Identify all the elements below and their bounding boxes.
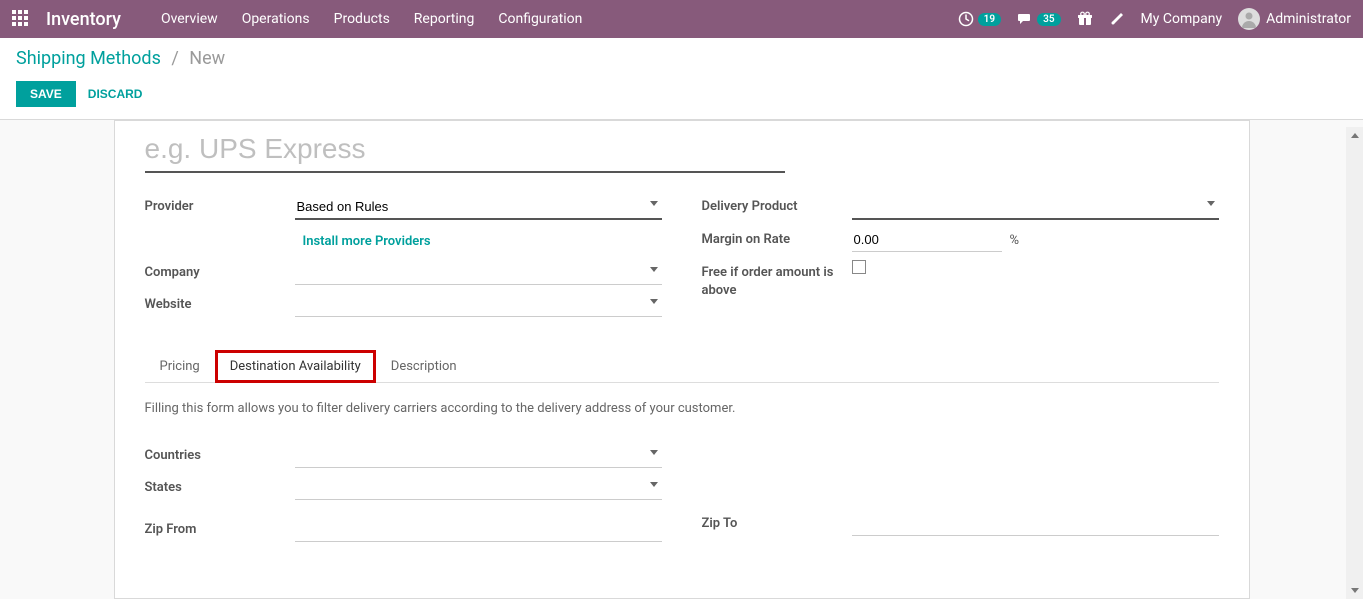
- nav-overview[interactable]: Overview: [161, 11, 218, 27]
- form-right-col: Delivery Product Margin on Rate % Free i…: [702, 195, 1219, 325]
- tab-pricing[interactable]: Pricing: [145, 350, 215, 383]
- countries-label: Countries: [145, 444, 295, 463]
- zip-from-label: Zip From: [145, 518, 295, 537]
- free-amount-checkbox[interactable]: [852, 260, 866, 274]
- discard-button[interactable]: Discard: [88, 87, 143, 101]
- tab-description[interactable]: Description: [376, 350, 472, 383]
- title-input[interactable]: [145, 129, 785, 173]
- form-columns: Provider Install more Providers Company: [145, 195, 1219, 325]
- apps-icon[interactable]: [12, 10, 30, 28]
- control-buttons: Save Discard: [16, 81, 1347, 107]
- tabs: Pricing Destination Availability Descrip…: [145, 349, 1219, 383]
- company-select[interactable]: [295, 261, 662, 285]
- messages-badge: 35: [1037, 13, 1060, 26]
- control-panel: Shipping Methods / New Save Discard: [0, 38, 1363, 120]
- install-providers-link[interactable]: Install more Providers: [295, 228, 431, 253]
- user-menu[interactable]: Administrator: [1238, 8, 1351, 30]
- user-name: Administrator: [1266, 11, 1351, 27]
- states-label: States: [145, 476, 295, 495]
- tab-content: Filling this form allows you to filter d…: [145, 383, 1219, 568]
- delivery-product-label: Delivery Product: [702, 195, 852, 214]
- zip-to-input[interactable]: [852, 512, 1219, 536]
- topbar: Inventory Overview Operations Products R…: [0, 0, 1363, 38]
- zip-from-input[interactable]: [295, 518, 662, 542]
- nav-products[interactable]: Products: [334, 11, 390, 27]
- breadcrumb-parent[interactable]: Shipping Methods: [16, 48, 161, 69]
- nav-reporting[interactable]: Reporting: [414, 11, 475, 27]
- nav-configuration[interactable]: Configuration: [498, 11, 582, 27]
- zip-to-label: Zip To: [702, 512, 852, 531]
- free-amount-label: Free if order amount is above: [702, 260, 852, 300]
- sheet-wrap: Provider Install more Providers Company: [0, 120, 1363, 599]
- margin-unit: %: [1010, 233, 1020, 248]
- top-nav: Overview Operations Products Reporting C…: [161, 11, 582, 27]
- activity-badge: 19: [978, 13, 1001, 26]
- tab-description-text: Filling this form allows you to filter d…: [145, 401, 1219, 416]
- form-left-col: Provider Install more Providers Company: [145, 195, 662, 325]
- website-select[interactable]: [295, 293, 662, 317]
- scroll-up-icon[interactable]: [1346, 127, 1363, 144]
- countries-select[interactable]: [295, 444, 662, 468]
- tools-icon[interactable]: [1109, 11, 1125, 27]
- margin-label: Margin on Rate: [702, 228, 852, 247]
- website-label: Website: [145, 293, 295, 312]
- company-switcher[interactable]: My Company: [1141, 11, 1223, 27]
- provider-select[interactable]: [295, 195, 662, 220]
- delivery-product-select[interactable]: [852, 195, 1219, 220]
- activity-icon[interactable]: 19: [958, 11, 1001, 27]
- provider-label: Provider: [145, 195, 295, 214]
- form-sheet: Provider Install more Providers Company: [114, 120, 1250, 599]
- breadcrumb: Shipping Methods / New: [16, 48, 1347, 69]
- scroll-down-icon[interactable]: [1346, 582, 1363, 599]
- margin-input[interactable]: [852, 228, 1002, 252]
- company-label: Company: [145, 261, 295, 280]
- states-select[interactable]: [295, 476, 662, 500]
- save-button[interactable]: Save: [16, 81, 76, 107]
- tab-destination-availability[interactable]: Destination Availability: [215, 350, 376, 383]
- breadcrumb-current: New: [189, 48, 225, 69]
- nav-operations[interactable]: Operations: [242, 11, 310, 27]
- scrollbar[interactable]: [1346, 127, 1363, 599]
- app-title[interactable]: Inventory: [46, 9, 121, 30]
- messages-icon[interactable]: 35: [1017, 11, 1060, 27]
- company-name: My Company: [1141, 11, 1223, 27]
- avatar-icon: [1238, 8, 1260, 30]
- gift-icon[interactable]: [1077, 11, 1093, 27]
- topbar-right: 19 35 My Company Administrator: [958, 8, 1351, 30]
- breadcrumb-sep: /: [171, 48, 178, 69]
